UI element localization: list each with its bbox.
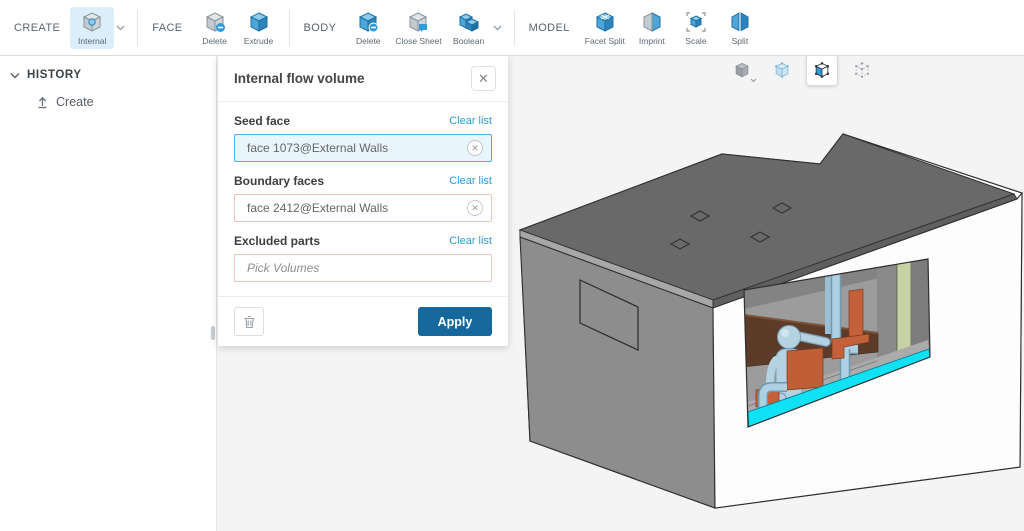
vertex-select-button[interactable] — [846, 54, 878, 86]
vertex-select-cube-icon — [852, 60, 872, 80]
transparent-select-button[interactable] — [766, 54, 798, 86]
transparent-cube-icon — [772, 60, 792, 80]
dialog-header: Internal flow volume ✕ — [218, 56, 508, 102]
face-select-cube-icon — [812, 60, 832, 80]
history-item-label: Create — [56, 95, 94, 109]
app-window: CREATE Internal FACE — [0, 0, 1024, 531]
group-label-model: MODEL — [529, 22, 570, 34]
dialog-body: Seed face Clear list face 1073@External … — [218, 102, 508, 296]
face-delete-button[interactable]: Delete — [193, 7, 237, 49]
model-imprint-button[interactable]: Imprint — [630, 7, 674, 49]
history-item-create[interactable]: Create — [0, 89, 216, 115]
delete-operation-button[interactable] — [234, 307, 264, 336]
excluded-parts-input[interactable]: Pick Volumes — [234, 254, 492, 282]
model-split-icon — [728, 10, 752, 34]
building-3d-model[interactable] — [510, 120, 1024, 531]
toolbar-group-create: CREATE Internal — [8, 0, 129, 55]
seed-face-section: Seed face Clear list face 1073@External … — [234, 114, 492, 162]
face-extrude-button[interactable]: Extrude — [237, 7, 281, 49]
excluded-parts-section: Excluded parts Clear list Pick Volumes — [234, 234, 492, 282]
history-header[interactable]: HISTORY — [0, 56, 216, 89]
manikin-head-highlight — [781, 329, 789, 337]
selection-mode-toolbar — [726, 54, 878, 86]
volume-select-button[interactable] — [726, 54, 758, 86]
internal-button-label: Internal — [78, 36, 106, 46]
face-delete-label: Delete — [202, 36, 227, 46]
internal-cube-icon — [80, 10, 104, 34]
interior-wall-band — [877, 263, 897, 361]
face-extrude-icon — [247, 10, 271, 34]
seed-face-chip-text: face 1073@External Walls — [247, 141, 388, 155]
body-boolean-button[interactable]: Boolean — [447, 7, 491, 49]
body-boolean-label: Boolean — [453, 36, 484, 46]
dialog-footer: Apply — [218, 296, 508, 346]
toolbar-divider — [289, 10, 290, 46]
toolbar-divider — [514, 10, 515, 46]
model-scale-label: Scale — [685, 36, 706, 46]
interior-door-green[interactable] — [897, 260, 911, 357]
face-delete-icon — [203, 10, 227, 34]
model-imprint-icon — [640, 10, 664, 34]
toolbar-group-body: BODY Delete Close Sheet — [298, 0, 506, 55]
dialog-close-button[interactable]: ✕ — [471, 66, 496, 91]
excluded-parts-clear-link[interactable]: Clear list — [449, 235, 492, 247]
internal-flow-volume-button[interactable]: Internal — [70, 7, 114, 49]
excluded-parts-label: Excluded parts — [234, 234, 320, 248]
body-close-sheet-label: Close Sheet — [395, 36, 441, 46]
model-split-label: Split — [732, 36, 749, 46]
excluded-parts-placeholder: Pick Volumes — [247, 261, 319, 275]
apply-button[interactable]: Apply — [418, 307, 492, 336]
history-title: HISTORY — [27, 69, 82, 81]
body-delete-icon — [356, 10, 380, 34]
internal-dropdown-chevron-icon[interactable] — [116, 25, 125, 31]
group-label-body: BODY — [304, 22, 337, 34]
volume-select-cube-icon — [732, 60, 752, 80]
trash-icon — [243, 315, 256, 329]
internal-flow-volume-dialog: Internal flow volume ✕ Seed face Clear l… — [218, 56, 508, 346]
toolbar-group-face: FACE Delete Extrude — [146, 0, 280, 55]
boundary-faces-label: Boundary faces — [234, 174, 324, 188]
body-delete-label: Delete — [356, 36, 381, 46]
history-panel: HISTORY Create — [0, 56, 217, 531]
boundary-faces-chip-text: face 2412@External Walls — [247, 201, 388, 215]
model-split-button[interactable]: Split — [718, 7, 762, 49]
model-scale-icon — [684, 10, 708, 34]
face-extrude-label: Extrude — [244, 36, 273, 46]
top-toolbar: CREATE Internal FACE — [0, 0, 1024, 56]
seed-face-input[interactable]: face 1073@External Walls ✕ — [234, 134, 492, 162]
boundary-faces-clear-link[interactable]: Clear list — [449, 175, 492, 187]
model-facet-split-icon — [593, 10, 617, 34]
boundary-faces-section: Boundary faces Clear list face 2412@Exte… — [234, 174, 492, 222]
body-close-sheet-button[interactable]: Close Sheet — [390, 7, 446, 49]
model-facet-split-button[interactable]: Facet Split — [580, 7, 630, 49]
seed-face-clear-link[interactable]: Clear list — [449, 115, 492, 127]
boolean-dropdown-chevron-icon[interactable] — [493, 25, 502, 31]
seed-face-chip-remove-icon[interactable]: ✕ — [467, 140, 483, 156]
dialog-title: Internal flow volume — [234, 71, 365, 86]
toolbar-divider — [137, 10, 138, 46]
group-label-face: FACE — [152, 22, 182, 34]
create-operation-icon — [36, 95, 49, 109]
group-label-create: CREATE — [14, 22, 60, 34]
face-select-button[interactable] — [806, 54, 838, 86]
history-collapse-chevron-icon — [10, 72, 20, 79]
boundary-faces-input[interactable]: face 2412@External Walls ✕ — [234, 194, 492, 222]
model-scale-button[interactable]: Scale — [674, 7, 718, 49]
body-delete-button[interactable]: Delete — [346, 7, 390, 49]
manikin-head[interactable] — [778, 326, 801, 349]
chair-back[interactable] — [787, 348, 823, 390]
panel-scrollbar[interactable] — [211, 326, 215, 340]
toolbar-group-model: MODEL Facet Split Imprint — [523, 0, 762, 55]
body-close-sheet-icon — [406, 10, 430, 34]
volume-select-caret-icon — [750, 70, 757, 88]
model-facet-split-label: Facet Split — [585, 36, 625, 46]
boundary-faces-chip-remove-icon[interactable]: ✕ — [467, 200, 483, 216]
seed-face-label: Seed face — [234, 114, 290, 128]
model-imprint-label: Imprint — [639, 36, 665, 46]
body-boolean-icon — [457, 10, 481, 34]
